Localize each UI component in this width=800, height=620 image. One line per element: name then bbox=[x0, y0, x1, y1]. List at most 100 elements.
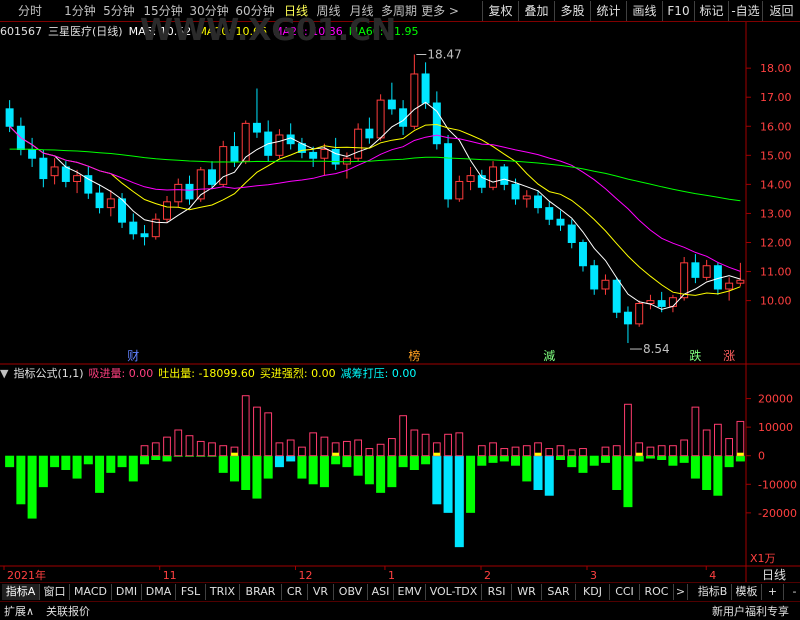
indicator-tab-21[interactable]: 指标B bbox=[694, 584, 732, 600]
candle bbox=[129, 213, 138, 240]
indicator-tab-11[interactable]: ASI bbox=[368, 584, 394, 600]
candle-body bbox=[185, 183, 194, 200]
inflow-bar bbox=[286, 439, 295, 457]
outflow-bar bbox=[657, 455, 667, 460]
candle bbox=[578, 239, 587, 272]
price-tick-label: 12.00 bbox=[760, 236, 792, 249]
candle-body bbox=[668, 297, 677, 307]
candle bbox=[736, 262, 745, 287]
candle bbox=[163, 196, 172, 223]
indicator-tab-4[interactable]: DMA bbox=[142, 584, 176, 600]
inflow-bar bbox=[421, 433, 430, 457]
indicator-tab-12[interactable]: EMV bbox=[394, 584, 426, 600]
inflow-bar bbox=[320, 436, 329, 457]
inflow-bar bbox=[376, 443, 385, 457]
inflow-bar bbox=[556, 445, 565, 457]
candle-body bbox=[5, 108, 14, 127]
candle bbox=[545, 201, 554, 226]
candle-body bbox=[702, 265, 711, 278]
outflow-bar bbox=[162, 455, 172, 462]
indicator-tab-22[interactable]: 模板 bbox=[732, 584, 762, 600]
candle bbox=[5, 100, 14, 133]
indicator-tab-16[interactable]: SAR bbox=[542, 584, 576, 600]
candle-body bbox=[354, 128, 363, 159]
indicator-tab-0[interactable]: 指标A bbox=[2, 584, 40, 600]
indicator-tab-1[interactable]: 窗口 bbox=[40, 584, 70, 600]
inflow-bar bbox=[241, 395, 250, 457]
indicator-tab-18[interactable]: CCI bbox=[610, 584, 640, 600]
low-price-label: 8.54 bbox=[643, 342, 670, 356]
candle-body bbox=[73, 175, 82, 182]
candle bbox=[432, 91, 441, 150]
indicator-tab-24[interactable]: - bbox=[784, 584, 800, 600]
inflow-bar bbox=[646, 446, 655, 457]
outflow-bar bbox=[95, 455, 105, 493]
indicator-tab-5[interactable]: FSL bbox=[176, 584, 206, 600]
inflow-bar bbox=[174, 429, 183, 457]
inflow-bar bbox=[579, 448, 587, 457]
candle-body bbox=[252, 122, 261, 133]
candle-body bbox=[590, 265, 599, 290]
candle bbox=[444, 134, 453, 208]
indicator-tab-9[interactable]: VR bbox=[308, 584, 334, 600]
candle-body bbox=[163, 201, 172, 220]
outflow-bar bbox=[140, 455, 150, 465]
candle bbox=[151, 213, 160, 240]
outflow-bar bbox=[488, 455, 498, 463]
candle bbox=[410, 54, 419, 130]
kline-chart[interactable]: 18.00 17.00 16.00 15.00 14.00 13.00 12.00 11.00… bbox=[0, 0, 800, 620]
candle-body bbox=[174, 183, 183, 203]
indicator-tab-2[interactable]: MACD bbox=[70, 584, 112, 600]
candle-body bbox=[500, 166, 509, 185]
inflow-bar bbox=[489, 442, 497, 457]
x-axis-label: 4 bbox=[709, 569, 716, 582]
indicator-tab-23[interactable]: + bbox=[762, 584, 784, 600]
outflow-bar bbox=[409, 455, 419, 470]
inflow-bar bbox=[511, 446, 520, 457]
inflow-bar bbox=[500, 448, 509, 457]
outflow-bar bbox=[319, 455, 329, 488]
candle bbox=[567, 219, 576, 249]
candle bbox=[275, 129, 284, 159]
price-tick-label: 16.00 bbox=[760, 120, 792, 133]
expand-button[interactable]: 扩展∧ bbox=[4, 603, 34, 620]
price-tick-label: 17.00 bbox=[760, 91, 792, 104]
candle bbox=[376, 94, 385, 141]
indicator-tab-15[interactable]: WR bbox=[512, 584, 542, 600]
inflow-bar bbox=[399, 415, 407, 457]
indicator-tab-7[interactable]: BRAR bbox=[240, 584, 282, 600]
indicator-tab-19[interactable]: ROC bbox=[640, 584, 674, 600]
inflow-bar bbox=[343, 440, 351, 457]
candle bbox=[556, 210, 565, 231]
indicator-tab-17[interactable]: KDJ bbox=[576, 584, 610, 600]
inflow-bar bbox=[455, 432, 464, 457]
candle bbox=[725, 277, 734, 301]
outflow-bar bbox=[398, 455, 408, 468]
unit-label: X1万 bbox=[750, 552, 776, 565]
inflow-bar bbox=[545, 448, 554, 457]
indicator-tab-3[interactable]: DMI bbox=[112, 584, 142, 600]
outflow-bar bbox=[724, 455, 734, 468]
candle-body bbox=[84, 175, 93, 194]
event-marker: 涨 bbox=[723, 348, 735, 363]
indicator-tab-10[interactable]: OBV bbox=[334, 584, 368, 600]
candle-body bbox=[376, 99, 385, 139]
outflow-bar bbox=[218, 455, 228, 473]
indicator-tab-14[interactable]: RSI bbox=[482, 584, 512, 600]
candle-body bbox=[657, 300, 666, 307]
linked-quote-button[interactable]: 关联报价 bbox=[46, 603, 90, 620]
indicator-tab-13[interactable]: VOL-TDX bbox=[426, 584, 482, 600]
promo-link[interactable]: 新用户福利专享 bbox=[712, 603, 789, 620]
outflow-bar bbox=[353, 455, 363, 476]
inflow-bar bbox=[624, 403, 632, 457]
indicator-tab-6[interactable]: TRIX bbox=[206, 584, 240, 600]
outflow-bar bbox=[600, 455, 610, 463]
candle-body bbox=[455, 180, 464, 200]
inflow-bar bbox=[151, 442, 160, 457]
candle-body bbox=[680, 262, 689, 299]
indicator-tab-8[interactable]: CR bbox=[282, 584, 308, 600]
indicator-tab-20[interactable]: > bbox=[674, 584, 688, 600]
price-tick-label: 13.00 bbox=[760, 207, 792, 220]
outflow-bar bbox=[533, 455, 543, 490]
candle-body bbox=[230, 146, 239, 162]
